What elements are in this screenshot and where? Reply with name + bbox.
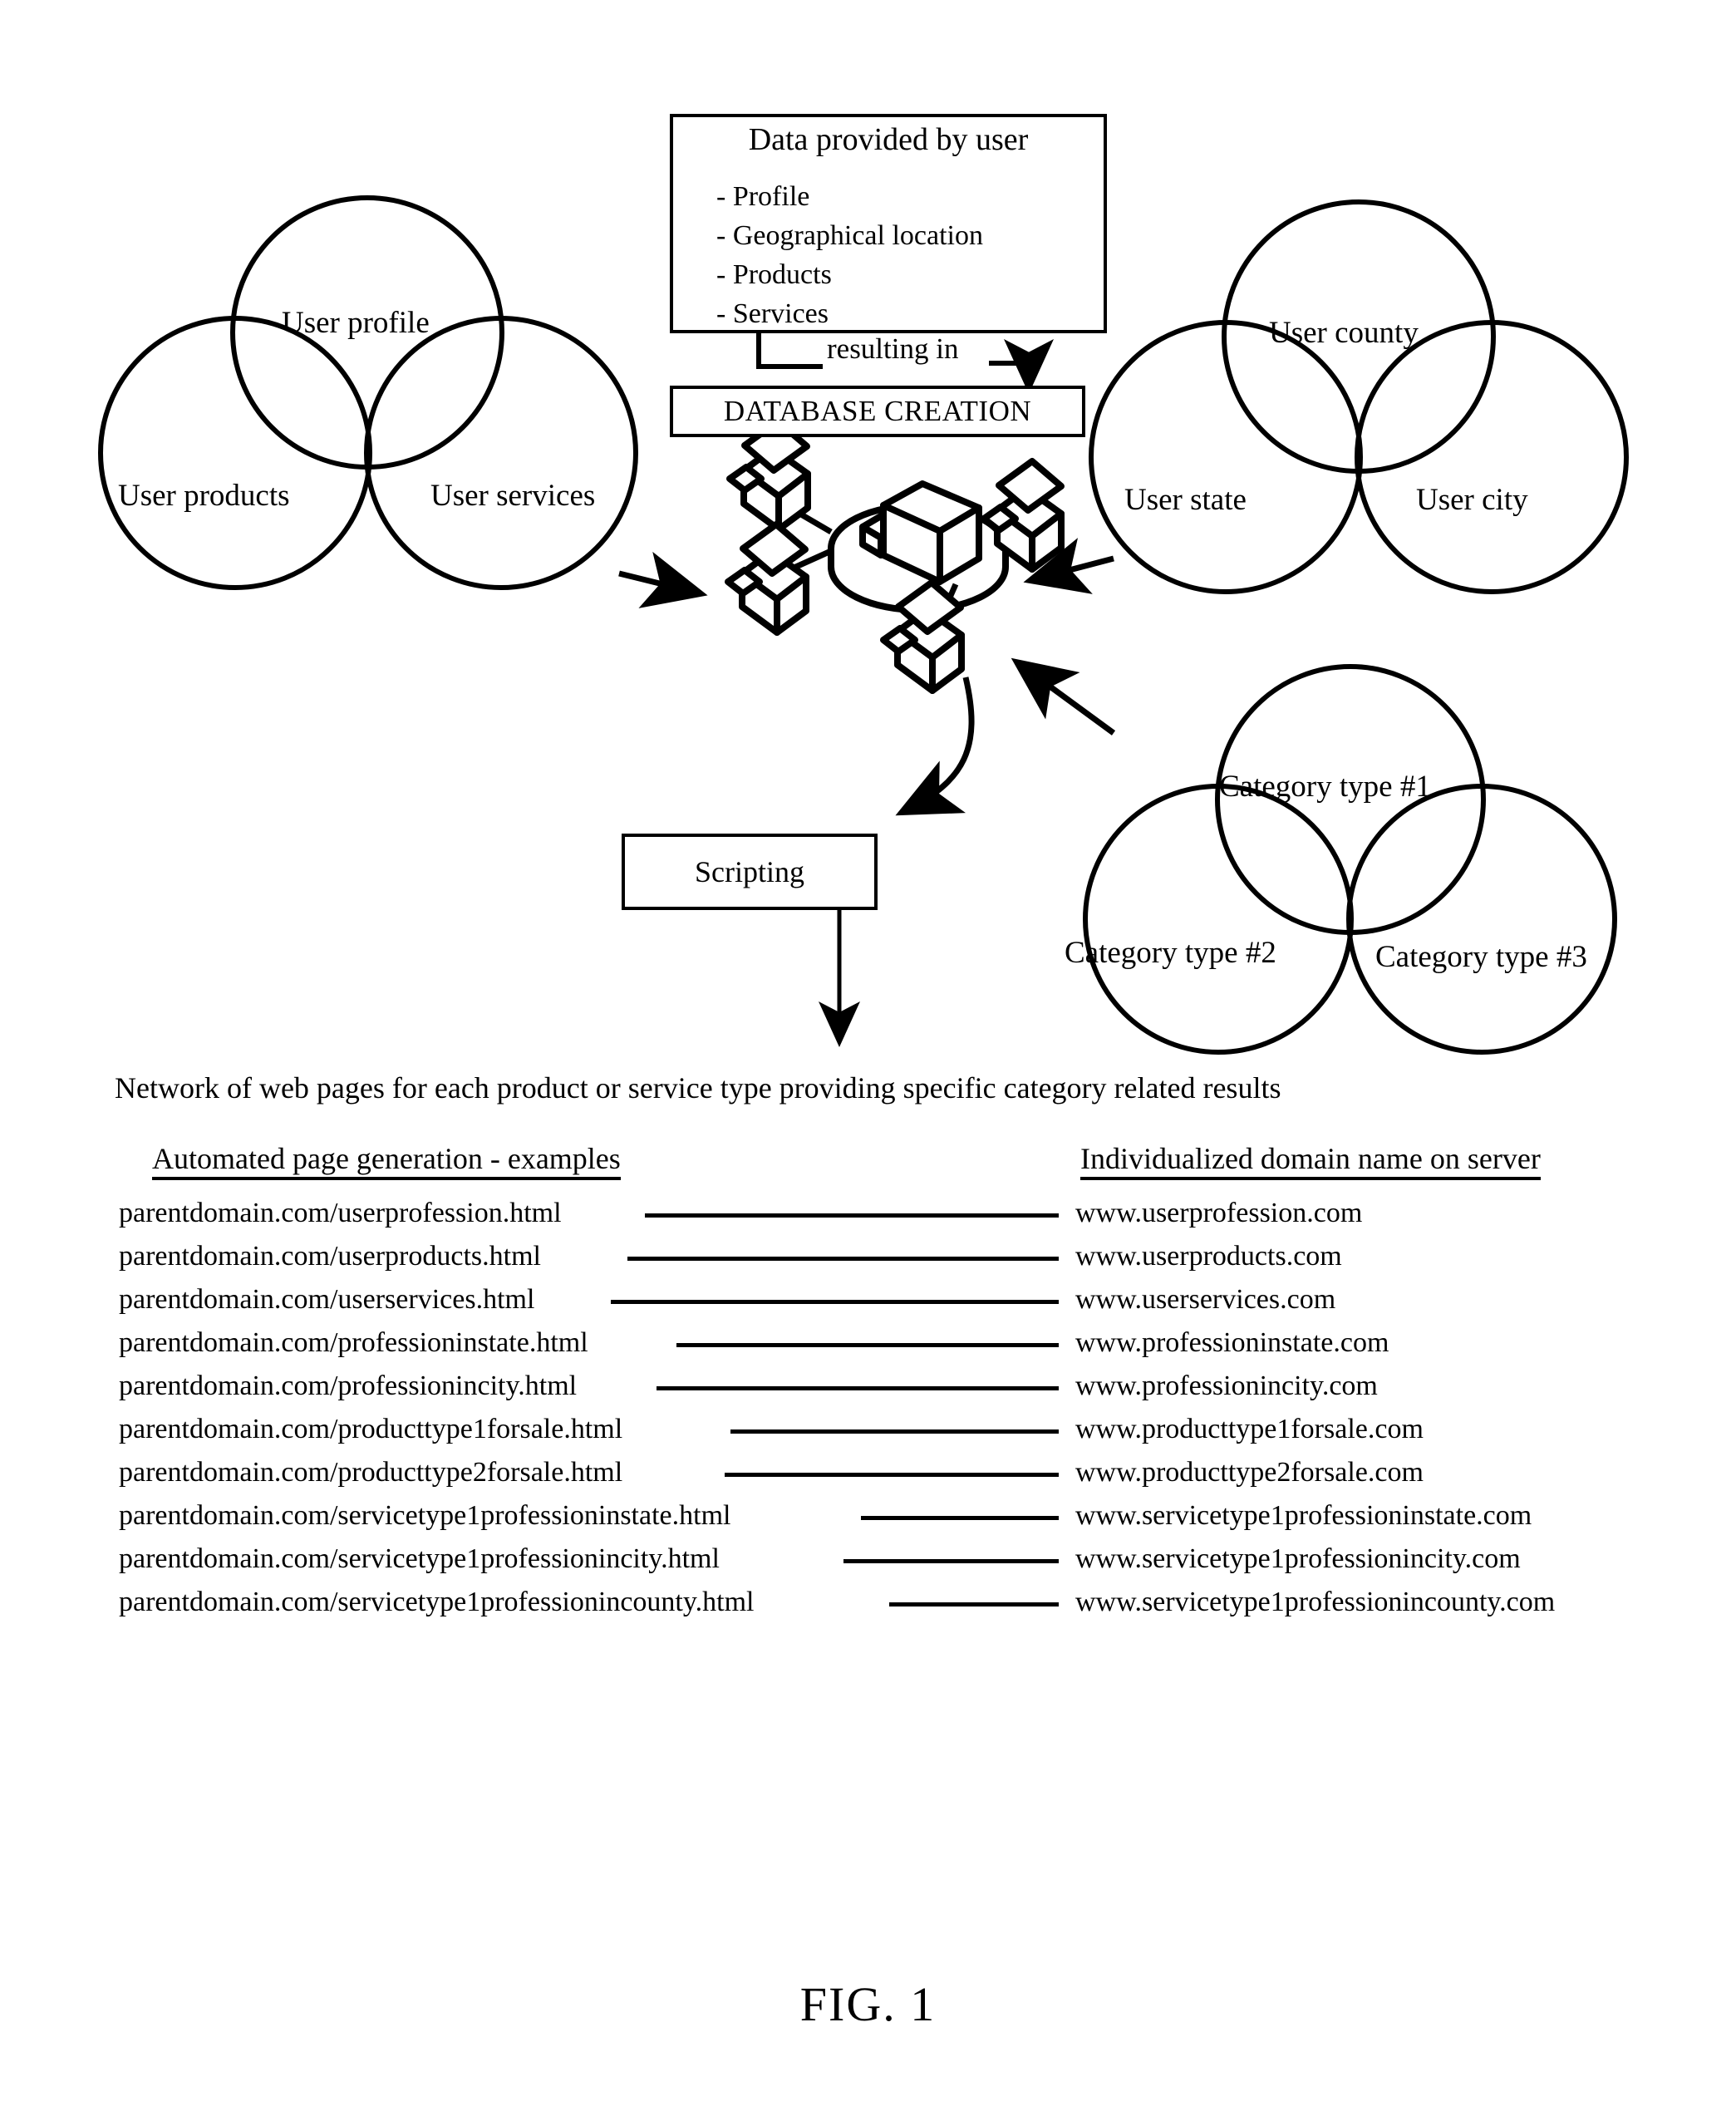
resulting-in-label: resulting in [827,332,959,365]
venn-user-label-right: User services [430,479,596,513]
data-provided-box: Data provided by user - Profile - Geogra… [670,114,1107,333]
network-database-icon [725,418,1065,694]
individualized-domain-name[interactable]: www.professioninstate.com [1075,1321,1389,1365]
url-mapping-connector-line [627,1257,1059,1261]
url-mapping-connector-line [611,1300,1059,1304]
scripting-box: Scripting [622,834,878,910]
individualized-domain-name[interactable]: www.servicetype1professionincity.com [1075,1538,1521,1581]
generated-page-url[interactable]: parentdomain.com/producttype1forsale.htm… [119,1408,622,1451]
url-mapping-row: parentdomain.com/servicetype1professioni… [0,1494,1736,1538]
generated-page-url[interactable]: parentdomain.com/servicetype1professioni… [119,1494,730,1538]
venn-location-label-left: User state [1124,483,1247,517]
url-mapping-row: parentdomain.com/professionincity.html ww… [0,1365,1736,1408]
url-mapping-row: parentdomain.com/userproducts.html www.us… [0,1235,1736,1278]
url-mapping-connector-line [861,1516,1059,1520]
url-mapping-connector-line [889,1602,1059,1607]
patent-figure-1: Data provided by user - Profile - Geogra… [0,0,1736,2101]
generated-page-url[interactable]: parentdomain.com/servicetype1professioni… [119,1581,755,1624]
figure-caption: FIG. 1 [799,1977,937,2031]
url-mapping-row: parentdomain.com/professioninstate.html w… [0,1321,1736,1365]
generated-page-url[interactable]: parentdomain.com/servicetype1professioni… [119,1538,720,1581]
data-provided-title: Data provided by user [748,122,1029,157]
url-mapping-connector-line [843,1559,1059,1563]
data-provided-list: - Profile - Geographical location - Prod… [716,177,983,333]
column-header-automated-page-generation: Automated page generation - examples [152,1141,621,1180]
url-mapping-row: parentdomain.com/servicetype1professioni… [0,1538,1736,1581]
venn-category-label-right: Category type #3 [1375,940,1587,974]
data-provided-item: - Profile [716,181,810,212]
individualized-domain-name[interactable]: www.servicetype1professionincounty.com [1075,1581,1555,1624]
network-of-web-pages-caption: Network of web pages for each product or… [115,1071,1281,1105]
individualized-domain-name[interactable]: www.servicetype1professioninstate.com [1075,1494,1532,1538]
url-mapping-connector-line [676,1343,1059,1347]
venn-category-circles [1083,664,1617,1055]
url-mapping-row: parentdomain.com/userservices.html www.us… [0,1278,1736,1321]
arrow-user-venn-to-network [618,551,708,608]
url-mapping-connector-line [725,1473,1059,1477]
venn-category-label-top: Category type #1 [1219,770,1431,804]
generated-page-url[interactable]: parentdomain.com/userservices.html [119,1278,534,1321]
venn-user-label-left: User products [118,479,290,513]
url-mapping-row: parentdomain.com/userprofession.html www.… [0,1192,1736,1235]
individualized-domain-name[interactable]: www.producttype2forsale.com [1075,1451,1424,1494]
database-creation-box: DATABASE CREATION [670,386,1085,437]
individualized-domain-name[interactable]: www.userservices.com [1075,1278,1335,1321]
venn-location-label-top: User county [1269,316,1419,350]
generated-page-url[interactable]: parentdomain.com/professionincity.html [119,1365,577,1408]
arrow-category-venn-to-network [1011,657,1116,736]
database-creation-title: DATABASE CREATION [723,395,1032,427]
scripting-title: Scripting [695,855,804,888]
generated-page-url[interactable]: parentdomain.com/userproducts.html [119,1235,541,1278]
network-node-top-left [726,418,811,533]
individualized-domain-name[interactable]: www.userprofession.com [1075,1192,1362,1235]
url-mapping-row: parentdomain.com/producttype1forsale.htm… [0,1408,1736,1451]
arrow-network-to-scripting [895,677,975,816]
generated-page-url[interactable]: parentdomain.com/producttype2forsale.htm… [119,1451,622,1494]
url-mapping-connector-line [730,1429,1059,1434]
individualized-domain-name[interactable]: www.professionincity.com [1075,1365,1378,1408]
generated-page-url[interactable]: parentdomain.com/userprofession.html [119,1192,562,1235]
generated-page-url[interactable]: parentdomain.com/professioninstate.html [119,1321,588,1365]
url-mapping-row: parentdomain.com/producttype2forsale.htm… [0,1451,1736,1494]
venn-location-label-right: User city [1416,483,1528,517]
individualized-domain-name[interactable]: www.userproducts.com [1075,1235,1342,1278]
column-header-individualized-domain: Individualized domain name on server [1080,1141,1541,1180]
data-provided-item: - Products [716,259,832,290]
data-provided-item: - Geographical location [716,220,983,251]
venn-category-label-left: Category type #2 [1065,936,1276,970]
venn-location-circles [1089,199,1629,594]
data-provided-item: - Services [716,298,829,329]
url-mapping-row: parentdomain.com/servicetype1professioni… [0,1581,1736,1624]
individualized-domain-name[interactable]: www.producttype1forsale.com [1075,1408,1424,1451]
url-mapping-connector-line [645,1213,1059,1218]
venn-user-label-top: User profile [282,306,430,340]
network-node-mid-left [725,521,809,636]
url-mapping-connector-line [657,1386,1059,1390]
venn-user-circles [98,195,638,590]
